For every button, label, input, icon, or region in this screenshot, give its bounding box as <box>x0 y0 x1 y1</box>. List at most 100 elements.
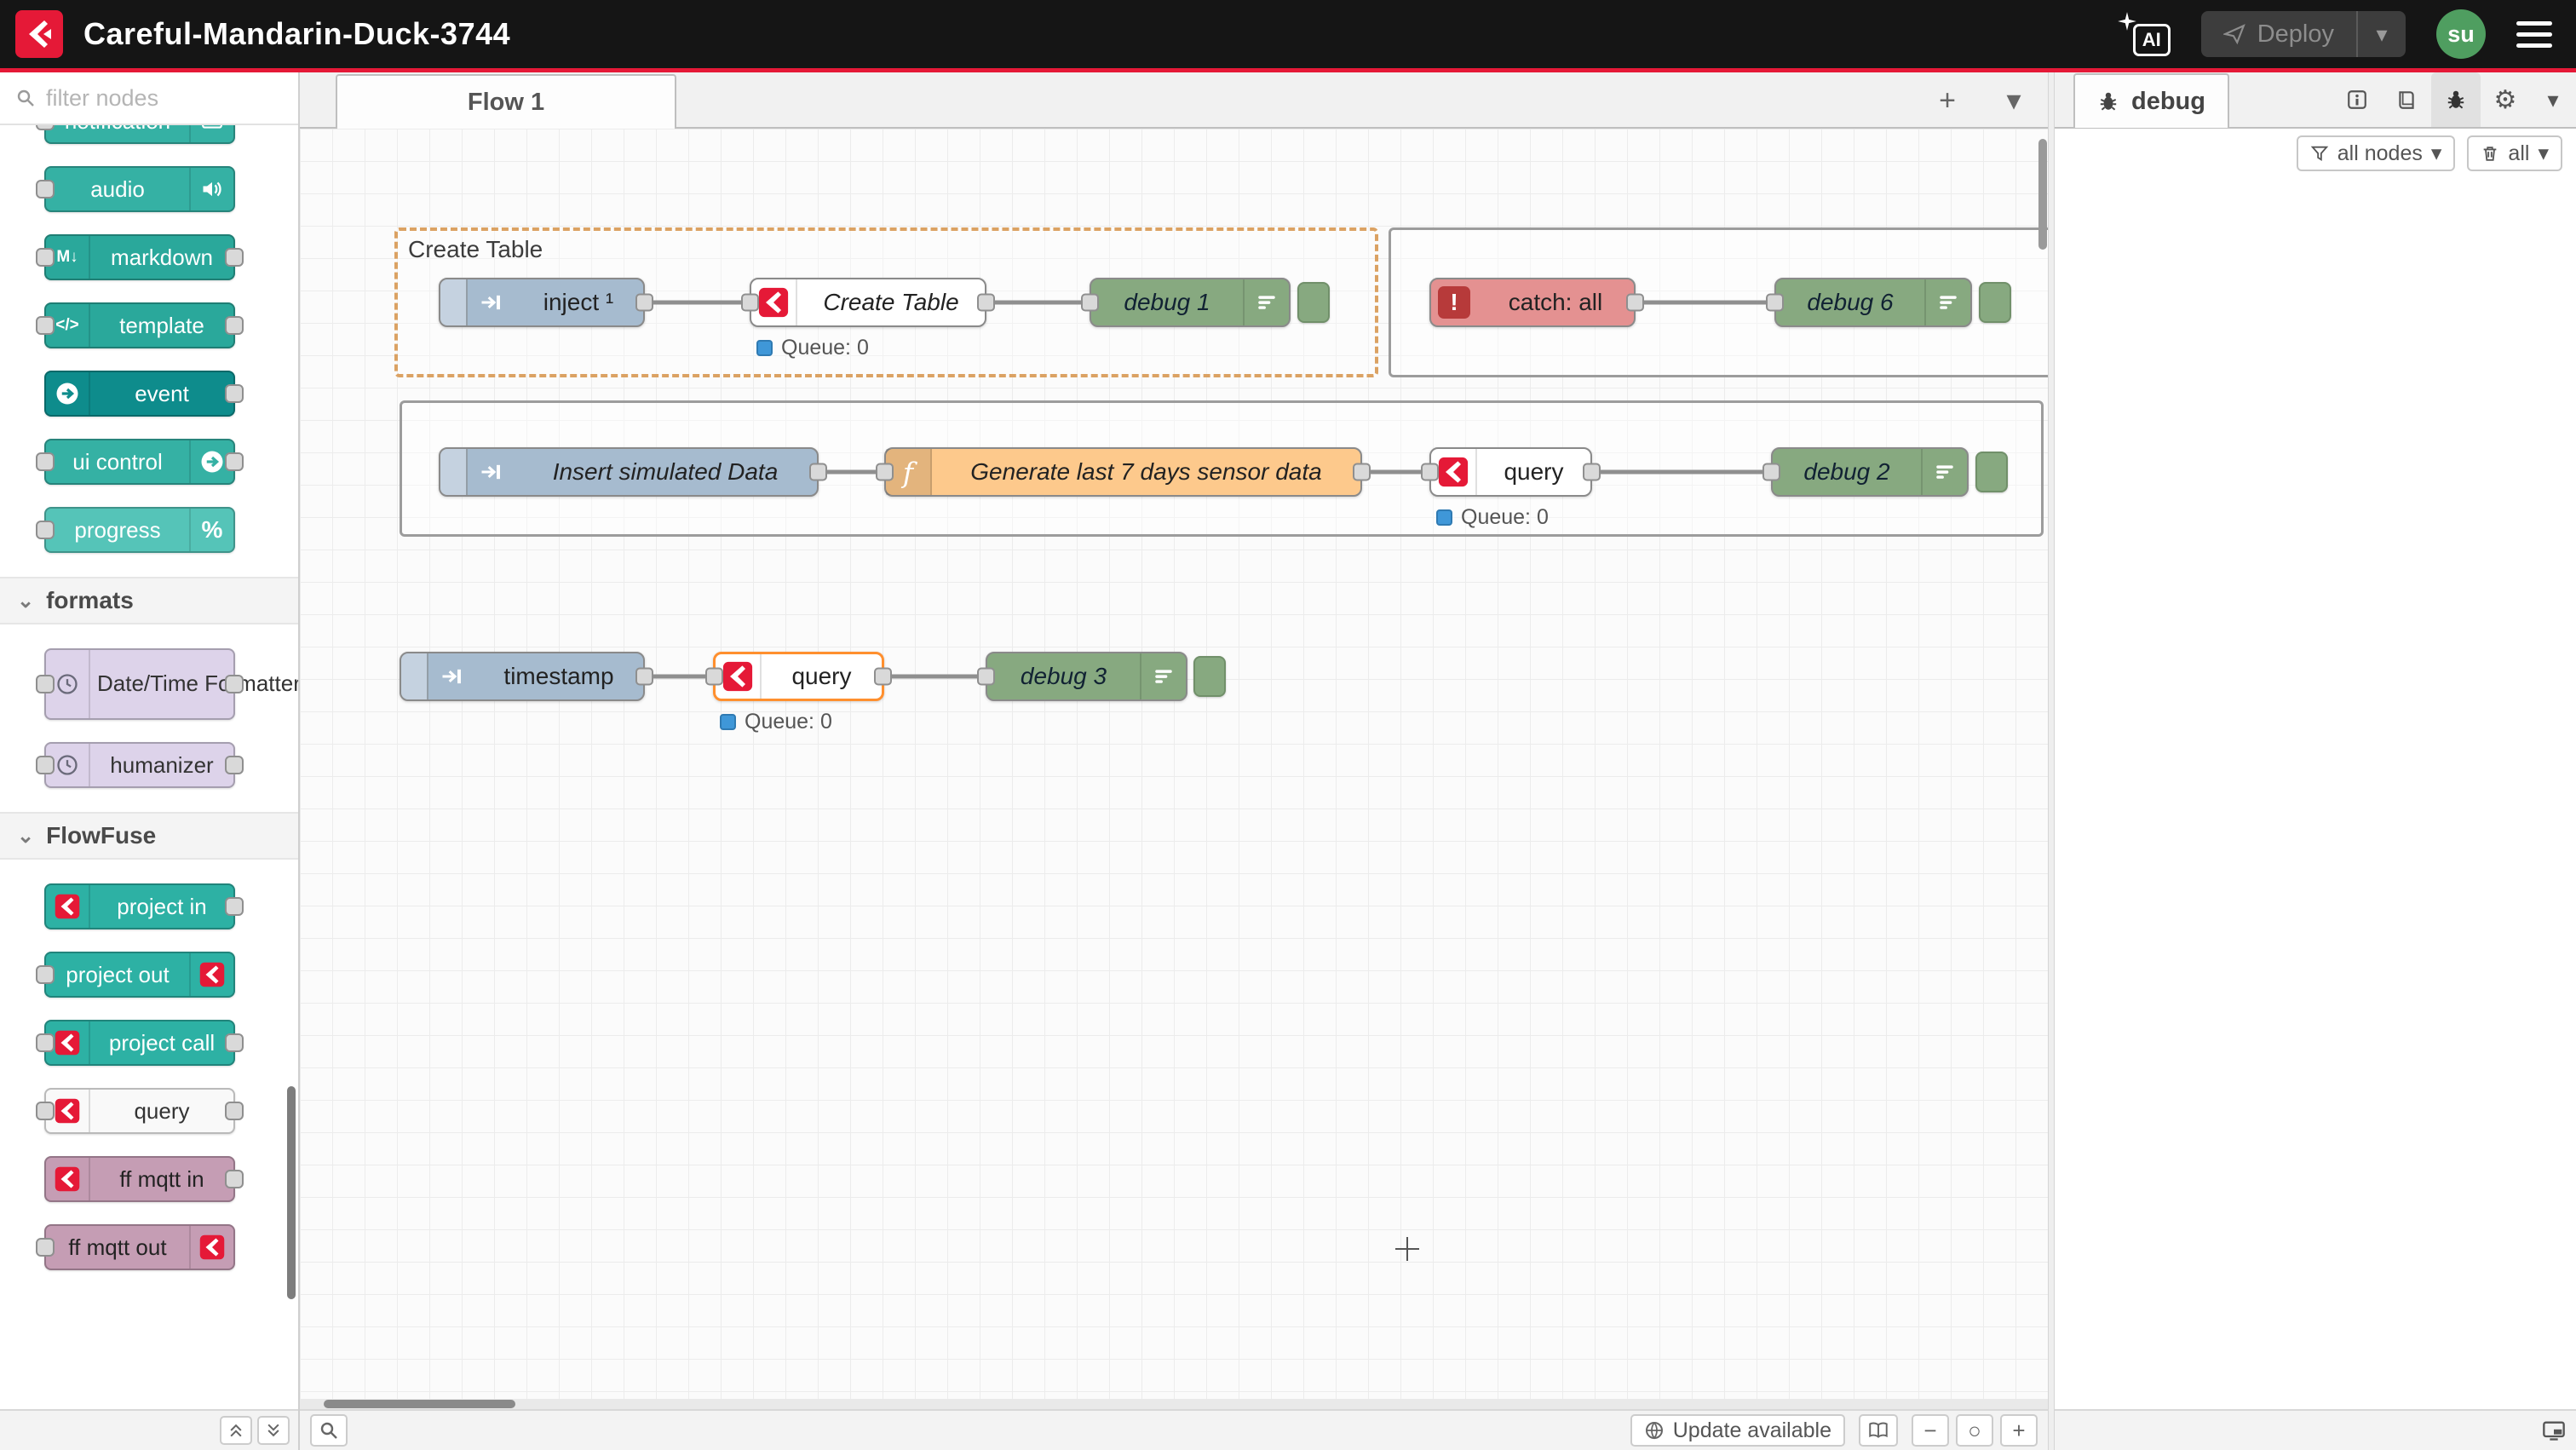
canvas-search-button[interactable] <box>310 1414 348 1447</box>
input-port[interactable] <box>1762 463 1780 481</box>
palette-filter-input[interactable] <box>46 85 259 112</box>
debug-filter-button[interactable]: all nodes ▾ <box>2297 135 2456 171</box>
node-query-3-selected[interactable]: query <box>713 652 884 701</box>
input-port[interactable] <box>36 1102 55 1120</box>
palette-node-datetime-formatter[interactable]: Date/Time Formatter <box>44 648 235 720</box>
zoom-out-button[interactable]: − <box>1912 1414 1949 1447</box>
palette-node-progress[interactable]: progress % <box>44 507 235 553</box>
node-debug-3[interactable]: debug 3 <box>986 652 1187 701</box>
input-port[interactable] <box>1766 294 1784 312</box>
sidebar-tab-debug[interactable]: debug <box>2073 73 2229 128</box>
sidebar-menu-caret[interactable]: ▾ <box>2530 87 2576 113</box>
deploy-options-caret[interactable]: ▾ <box>2356 11 2406 57</box>
output-port[interactable] <box>1583 463 1601 481</box>
inject-button[interactable] <box>401 653 428 699</box>
palette-node-project-in[interactable]: project in <box>44 883 235 929</box>
inject-button[interactable] <box>440 279 468 325</box>
flow-list-caret[interactable]: ▾ <box>1995 80 2033 121</box>
input-port[interactable] <box>36 452 55 471</box>
palette-node-ui-control[interactable]: ui control <box>44 439 235 485</box>
node-debug-2[interactable]: debug 2 <box>1771 447 1969 497</box>
expand-categories-button[interactable] <box>257 1416 290 1445</box>
output-port[interactable] <box>1626 294 1644 312</box>
flowfuse-logo-icon[interactable] <box>15 10 63 58</box>
open-console-button[interactable] <box>2542 1418 2566 1442</box>
input-port[interactable] <box>36 965 55 984</box>
palette-node-query[interactable]: query <box>44 1088 235 1134</box>
output-port[interactable] <box>225 452 244 471</box>
input-port[interactable] <box>1421 463 1439 481</box>
flow-tab[interactable]: Flow 1 <box>336 74 676 129</box>
navigator-toggle-button[interactable] <box>1859 1414 1898 1447</box>
node-query-2[interactable]: query <box>1429 447 1592 497</box>
palette-section-formats[interactable]: ⌄ formats <box>0 577 298 624</box>
debug-enable-toggle[interactable] <box>1979 282 2011 323</box>
canvas-horizontal-scrollbar[interactable] <box>300 1399 2048 1409</box>
node-debug-6[interactable]: debug 6 <box>1774 278 1972 327</box>
info-tab-button[interactable] <box>2332 72 2382 127</box>
node-debug-1[interactable]: debug 1 <box>1090 278 1291 327</box>
output-port[interactable] <box>225 1102 244 1120</box>
deploy-main[interactable]: Deploy <box>2201 20 2356 49</box>
output-port[interactable] <box>225 384 244 403</box>
output-port[interactable] <box>225 1170 244 1188</box>
input-port[interactable] <box>36 675 55 693</box>
node-timestamp[interactable]: timestamp <box>400 652 645 701</box>
node-generate-sensor-data[interactable]: f Generate last 7 days sensor data <box>884 447 1362 497</box>
input-port[interactable] <box>1081 294 1099 312</box>
flow-canvas[interactable]: Create Table <box>300 129 2048 1409</box>
input-port[interactable] <box>36 756 55 774</box>
palette-node-notification[interactable]: notification <box>44 125 235 144</box>
input-port[interactable] <box>36 180 55 199</box>
deploy-button[interactable]: Deploy ▾ <box>2201 11 2406 57</box>
main-menu-button[interactable] <box>2516 21 2552 48</box>
output-port[interactable] <box>635 294 653 312</box>
input-port[interactable] <box>977 668 995 686</box>
output-port[interactable] <box>977 294 995 312</box>
debug-enable-toggle[interactable] <box>1193 656 1226 697</box>
node-inject-1[interactable]: inject ¹ <box>439 278 645 327</box>
palette-node-event[interactable]: event <box>44 371 235 417</box>
output-port[interactable] <box>225 897 244 916</box>
palette-node-humanizer[interactable]: humanizer <box>44 742 235 788</box>
input-port[interactable] <box>705 668 723 686</box>
input-port[interactable] <box>36 125 55 130</box>
input-port[interactable] <box>876 463 894 481</box>
inject-button[interactable] <box>440 449 468 495</box>
output-port[interactable] <box>874 668 892 686</box>
sidebar-splitter[interactable] <box>2048 72 2055 1450</box>
user-avatar[interactable]: su <box>2436 9 2486 59</box>
zoom-in-button[interactable]: + <box>2000 1414 2038 1447</box>
palette-node-audio[interactable]: audio <box>44 166 235 212</box>
output-port[interactable] <box>1353 463 1371 481</box>
palette-node-project-out[interactable]: project out <box>44 952 235 998</box>
update-available-badge[interactable]: Update available <box>1630 1414 1845 1447</box>
input-port[interactable] <box>36 1033 55 1052</box>
zoom-reset-button[interactable]: ○ <box>1956 1414 1993 1447</box>
palette-node-markdown[interactable]: M↓ markdown <box>44 234 235 280</box>
output-port[interactable] <box>635 668 653 686</box>
config-tab-button[interactable]: ⚙ <box>2481 72 2530 127</box>
input-port[interactable] <box>36 316 55 335</box>
output-port[interactable] <box>225 316 244 335</box>
debug-enable-toggle[interactable] <box>1297 282 1330 323</box>
palette-node-ff-mqtt-out[interactable]: ff mqtt out <box>44 1224 235 1270</box>
node-insert-simulated-data[interactable]: Insert simulated Data <box>439 447 819 497</box>
node-catch-all[interactable]: ! catch: all <box>1429 278 1636 327</box>
help-tab-button[interactable] <box>2382 72 2431 127</box>
debug-tab-button[interactable] <box>2431 72 2481 127</box>
input-port[interactable] <box>36 248 55 267</box>
palette-node-template[interactable]: </> template <box>44 302 235 348</box>
palette-scrollbar[interactable] <box>287 1086 296 1299</box>
output-port[interactable] <box>225 1033 244 1052</box>
palette-node-project-call[interactable]: project call <box>44 1020 235 1066</box>
palette-node-ff-mqtt-in[interactable]: ff mqtt in <box>44 1156 235 1202</box>
input-port[interactable] <box>36 521 55 539</box>
ai-assistant-button[interactable]: AI <box>2116 10 2171 58</box>
debug-enable-toggle[interactable] <box>1975 452 2008 492</box>
output-port[interactable] <box>809 463 827 481</box>
input-port[interactable] <box>741 294 759 312</box>
node-create-table[interactable]: Create Table <box>750 278 986 327</box>
input-port[interactable] <box>36 1238 55 1257</box>
add-flow-button[interactable]: + <box>1929 80 1966 121</box>
